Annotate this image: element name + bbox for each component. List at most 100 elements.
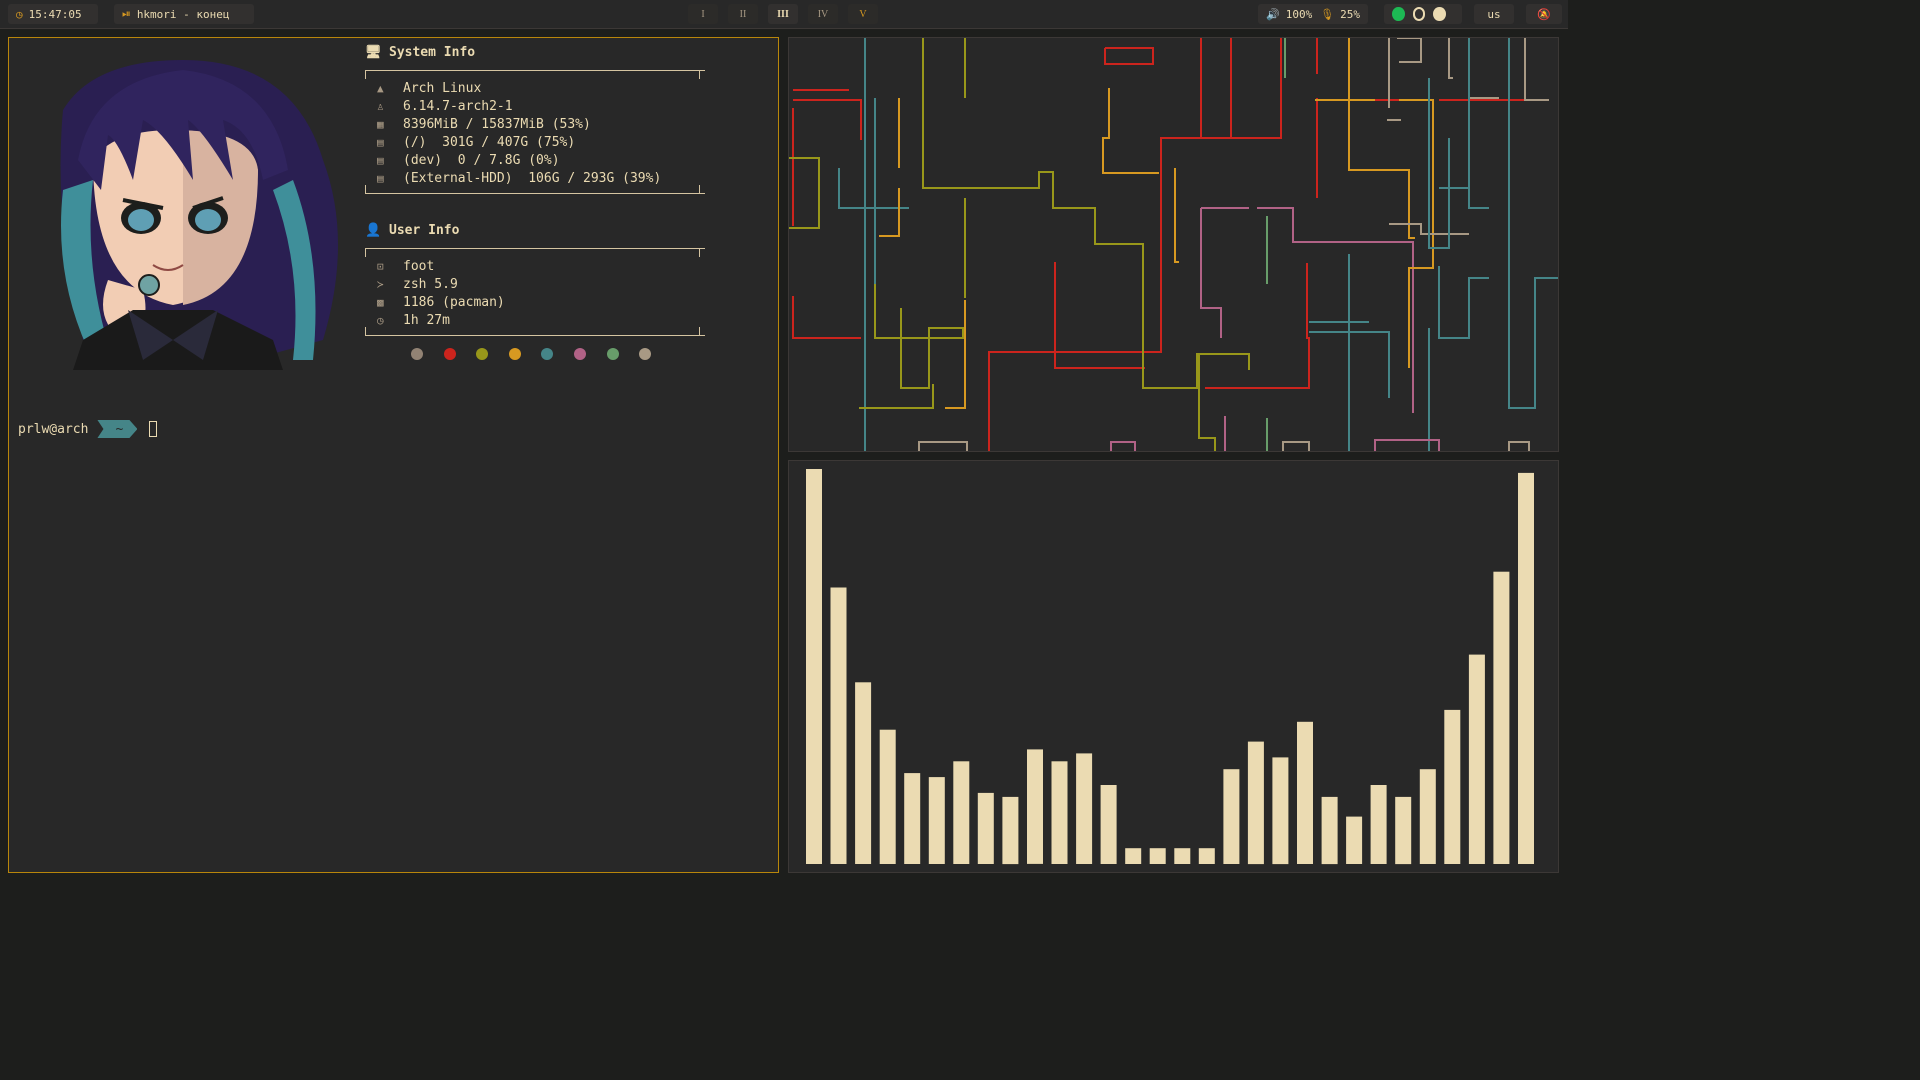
visualizer-bar [1419,769,1436,864]
workspace-1[interactable]: I [688,4,718,24]
workspace-5[interactable]: V [848,4,878,24]
visualizer-bar [1076,753,1093,864]
clock-icon: ◷ [16,7,23,21]
shell-prompt[interactable]: prlw@arch ~ [18,420,158,438]
terminal-window[interactable]: 🖥 System Info ▲ Arch Linux ♙ 6.14.7-arch2-… [8,37,779,873]
palette-dot [508,348,521,360]
info-text: foot [403,258,435,274]
clock-icon: ◷ [377,313,384,327]
pipe-magenta [1110,439,1440,451]
system-info-header: 🖥 System Info [365,38,705,66]
palette-dot [573,348,586,360]
system-info-title: System Info [389,44,476,60]
info-row-disk-external: ▤ (External-HDD) 106G / 293G (39%) [365,169,705,187]
steam-icon[interactable] [1433,7,1447,21]
pipe-olive [1142,264,1250,451]
visualizer-bar [1395,796,1412,865]
visualizer-bar [904,773,921,864]
visualizer-bar [830,587,847,864]
visualizer-bar [1370,785,1387,864]
user-info-title: User Info [389,222,460,238]
pipes-screensaver[interactable] [788,37,1559,452]
visualizer-bar [1100,785,1117,864]
audio-visualizer [788,460,1559,873]
workspace-2[interactable]: II [728,4,758,24]
visualizer-bar [1272,757,1289,865]
media-title: hkmori - конец [136,7,230,21]
workspace-4[interactable]: IV [808,4,838,24]
vesktop-icon[interactable] [1412,7,1426,21]
visualizer-bar [1321,796,1338,865]
bell-off-icon[interactable]: 🔕 [1526,4,1562,24]
monitor-icon: 🖥 [365,44,382,60]
user-icon: 👤 [365,222,382,238]
tux-icon: ♙ [377,99,384,113]
visualizer-bar [1125,848,1142,864]
info-text: Arch Linux [403,80,482,96]
clock-text: 15:47:05 [28,7,82,21]
fastfetch-output: 🖥 System Info ▲ Arch Linux ♙ 6.14.7-arch2-… [365,38,705,360]
info-row-kernel: ♙ 6.14.7-arch2-1 [365,97,705,115]
palette-dot [606,348,619,360]
info-row-disk-dev: ▤ (dev) 0 / 7.8G (0%) [365,151,705,169]
color-palette [411,348,705,360]
prompt-user-host: prlw@arch [18,421,89,437]
info-text: 1h 27m [403,312,450,328]
info-text: 8396MiB / 15837MiB (53%) [403,116,591,132]
workspace-switcher: I II III IV V [688,4,888,24]
media-module[interactable]: ⏯ hkmori - конец [114,4,254,24]
visualizer-bar [806,469,822,864]
visualizer-bar [1247,741,1264,865]
info-row-shell: ≻ zsh 5.9 [365,275,705,293]
palette-dot [443,348,456,360]
pipe-amber [1102,88,1179,263]
visualizer-bar [1174,848,1191,864]
visualizer-bar [1149,848,1166,864]
mic-icon: 🎙 [1320,7,1335,21]
pipe-amber [1315,38,1434,368]
clock-module[interactable]: ◷ 15:47:05 [8,4,98,24]
info-text: 6.14.7-arch2-1 [403,98,513,114]
visualizer-bar [1493,571,1510,864]
visualizer-bar [1198,848,1215,864]
mic-value: 25% [1340,7,1361,21]
spotify-icon[interactable] [1392,7,1405,21]
visualizer-canvas [806,469,1534,865]
package-icon: ▩ [377,295,384,309]
pipe-red [1104,38,1282,139]
pipe-green [1266,38,1286,451]
info-text: (/) 301G / 407G (75%) [403,134,576,150]
disk-icon: ▤ [377,135,384,149]
visualizer-bar [1468,654,1485,864]
keyboard-layout[interactable]: us [1474,4,1514,24]
visualizer-bar [1346,816,1363,864]
pipe-teal [1309,254,1430,451]
workspace-3[interactable]: III [768,4,798,24]
visualizer-bar [1297,721,1313,864]
disk-icon: ▤ [377,171,384,185]
visualizer-bar [879,729,896,864]
visualizer-bar [1027,749,1043,864]
pipe-olive [859,284,964,409]
pipes-canvas [789,38,1558,451]
visualizer-bar [1223,769,1240,864]
arch-logo-icon: ▲ [377,81,384,95]
volume-value: 100% [1285,7,1313,21]
info-text: (External-HDD) 106G / 293G (39%) [403,170,662,186]
info-row-os: ▲ Arch Linux [365,79,705,97]
shell-icon: ≻ [377,277,384,291]
terminal-icon: ⊡ [377,259,384,273]
volume-icon: 🔊 [1266,7,1280,21]
audio-module[interactable]: 🔊 100% 🎙 25% [1258,4,1368,24]
pipe-red [792,89,862,339]
user-info-box: ⊡ foot ≻ zsh 5.9 ▩ 1186 (pacman) ◷ 1h 27m [365,248,705,336]
palette-dot [411,348,423,360]
visualizer-bar [953,761,970,864]
prompt-directory: ~ [97,420,137,438]
info-row-disk-root: ▤ (/) 301G / 407G (75%) [365,133,705,151]
text-cursor [149,421,158,437]
info-text: zsh 5.9 [403,276,458,292]
play-icon: ⏯ [122,7,131,20]
info-row-packages: ▩ 1186 (pacman) [365,293,705,311]
visualizer-bar [1518,472,1534,864]
